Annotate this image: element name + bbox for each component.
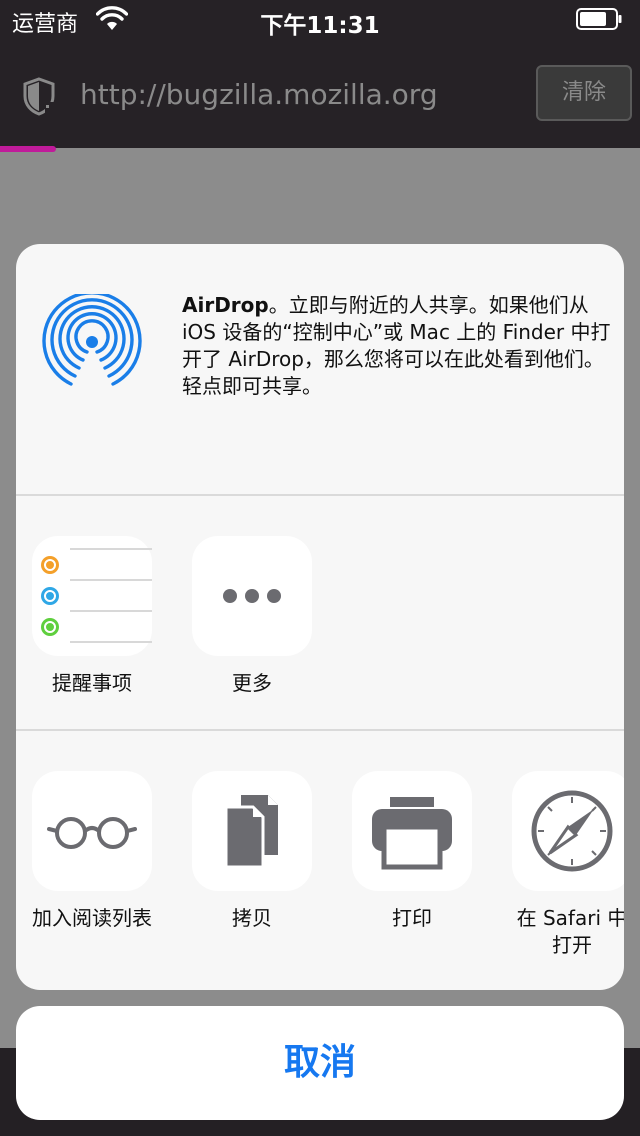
divider xyxy=(16,729,624,731)
add-to-reading-list-button[interactable] xyxy=(32,771,152,891)
url-text[interactable]: http://bugzilla.mozilla.org xyxy=(80,78,438,111)
airdrop-icon xyxy=(42,294,142,396)
add-to-reading-list-label: 加入阅读列表 xyxy=(32,906,152,930)
more-apps-button[interactable] xyxy=(192,536,312,656)
reminders-label: 提醒事项 xyxy=(52,671,132,695)
battery-icon xyxy=(576,8,622,30)
copy-button[interactable] xyxy=(192,771,312,891)
clear-button[interactable]: 清除 xyxy=(536,65,632,121)
reminders-app-button[interactable] xyxy=(32,536,152,656)
more-label: 更多 xyxy=(232,671,272,695)
divider xyxy=(16,494,624,496)
status-clock: 下午11:31 xyxy=(260,13,380,39)
cancel-button[interactable]: 取消 xyxy=(16,1006,624,1120)
more-icon xyxy=(223,589,281,603)
reminders-icon xyxy=(41,548,152,643)
page-load-progress xyxy=(0,146,56,152)
reading-glasses-icon xyxy=(47,817,137,849)
url-bar[interactable]: http://bugzilla.mozilla.org 清除 xyxy=(0,56,640,136)
status-bar: 运营商 下午11:31 xyxy=(0,0,640,40)
browser-chrome: 运营商 下午11:31 http://bugzilla.mozilla.org … xyxy=(0,0,640,148)
safari-compass-icon xyxy=(531,790,613,872)
open-in-safari-label-line2: 打开 xyxy=(552,933,592,957)
print-label: 打印 xyxy=(392,906,432,930)
open-in-safari-label-line1: 在 Safari 中 xyxy=(516,906,624,930)
print-button[interactable] xyxy=(352,771,472,891)
share-sheet: AirDrop。立即与附近的人共享。如果他们从 iOS 设备的“控制中心”或 M… xyxy=(16,244,624,990)
open-in-safari-label: 在 Safari 中打开 xyxy=(492,905,624,959)
airdrop-description: AirDrop。立即与附近的人共享。如果他们从 iOS 设备的“控制中心”或 M… xyxy=(182,292,612,400)
airdrop-title: AirDrop xyxy=(182,293,269,317)
copy-icon xyxy=(224,795,278,869)
printer-icon xyxy=(372,797,452,870)
copy-label: 拷贝 xyxy=(232,906,272,930)
tracking-protection-shield-icon[interactable] xyxy=(20,76,58,116)
airdrop-section[interactable]: AirDrop。立即与附近的人共享。如果他们从 iOS 设备的“控制中心”或 M… xyxy=(16,244,624,494)
open-in-safari-button[interactable] xyxy=(512,771,624,891)
